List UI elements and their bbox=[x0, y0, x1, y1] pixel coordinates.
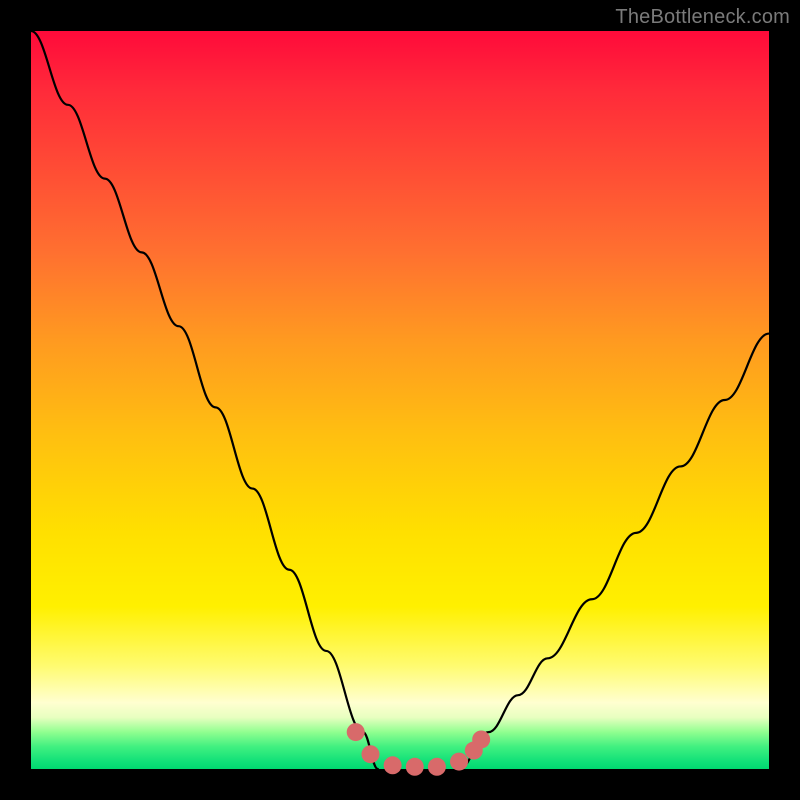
curve-right-branch bbox=[459, 334, 769, 769]
optimal-marker bbox=[428, 758, 446, 776]
optimal-marker bbox=[347, 723, 365, 741]
optimal-marker bbox=[384, 756, 402, 774]
optimal-marker bbox=[472, 730, 490, 748]
chart-container: TheBottleneck.com bbox=[0, 0, 800, 800]
optimal-marker bbox=[361, 745, 379, 763]
watermark-text: TheBottleneck.com bbox=[615, 6, 790, 29]
bottleneck-curve bbox=[0, 0, 800, 800]
optimal-marker bbox=[406, 758, 424, 776]
optimal-zone-markers bbox=[347, 723, 490, 776]
optimal-marker bbox=[450, 753, 468, 771]
curve-left-branch bbox=[31, 31, 378, 769]
